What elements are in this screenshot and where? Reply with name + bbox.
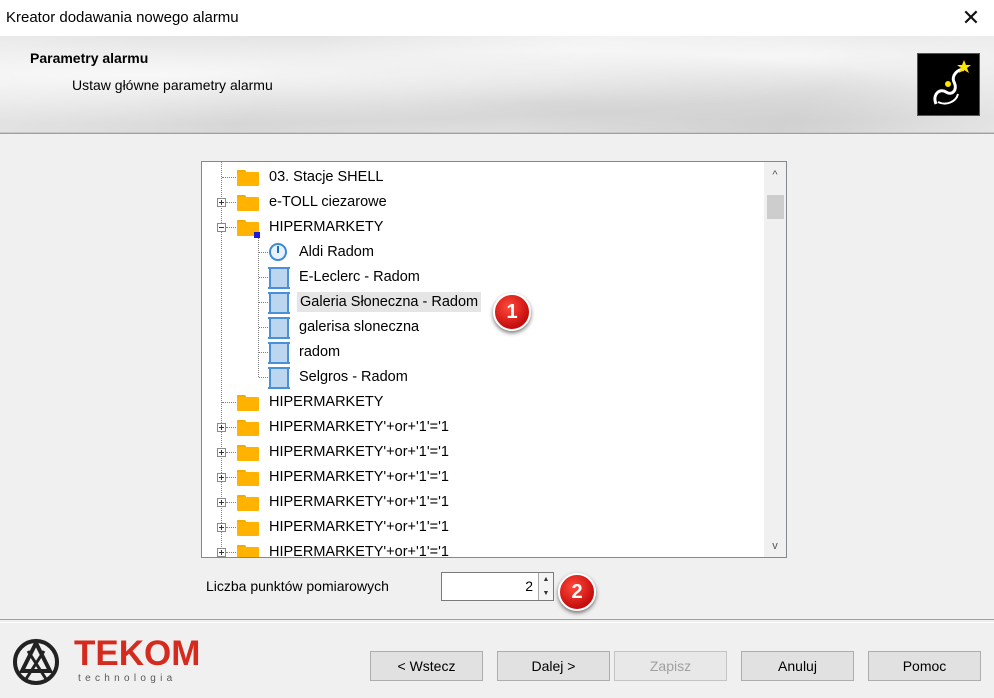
expand-plus-icon[interactable] [217, 198, 226, 207]
save-button[interactable]: Zapisz [614, 651, 727, 681]
expand-plus-icon[interactable] [217, 523, 226, 532]
measurement-point-icon [268, 317, 290, 339]
measurement-point-icon [268, 292, 290, 314]
tree-item-folder[interactable]: HIPERMARKETY'+or+'1'='1 [202, 440, 762, 465]
scroll-up-icon[interactable]: ^ [764, 162, 786, 184]
spin-up-icon[interactable]: ▲ [539, 573, 553, 586]
footer-separator [0, 619, 994, 623]
points-count-stepper[interactable]: 2 ▲ ▼ [441, 572, 554, 601]
annotation-badge-1: 1 [493, 293, 531, 331]
gauge-icon [269, 243, 287, 261]
wizard-icon [917, 53, 980, 116]
folder-icon [237, 470, 259, 486]
back-button[interactable]: < Wstecz [370, 651, 483, 681]
tree-item-label: E-Leclerc - Radom [299, 269, 420, 285]
scrollbar-thumb[interactable] [767, 195, 784, 219]
tree-item-folder[interactable]: HIPERMARKETY [202, 390, 762, 415]
points-count-value[interactable]: 2 [525, 578, 533, 594]
measurement-point-icon [268, 342, 290, 364]
tree-item-label: Galeria Słoneczna - Radom [297, 292, 482, 312]
tree-item-label: HIPERMARKETY [269, 394, 384, 410]
folder-icon [237, 520, 259, 536]
next-button[interactable]: Dalej > [497, 651, 610, 681]
spin-down-icon[interactable]: ▼ [539, 587, 553, 600]
tree-item-label: galerisa sloneczna [299, 319, 420, 335]
tree-item-point[interactable]: E-Leclerc - Radom [202, 265, 762, 290]
folder-icon [237, 545, 259, 557]
cancel-button[interactable]: Anuluj [741, 651, 854, 681]
window-title: Kreator dodawania nowego alarmu [6, 9, 239, 26]
tree-item-folder[interactable]: 03. Stacje SHELL [202, 165, 762, 190]
tree-item-label: HIPERMARKETY'+or+'1'='1 [269, 494, 449, 510]
tree-item-folder[interactable]: HIPERMARKETY'+or+'1'='1 [202, 465, 762, 490]
tree-item-label: HIPERMARKETY [269, 219, 384, 235]
points-count-label: Liczba punktów pomiarowych [206, 578, 389, 594]
header-separator [0, 133, 994, 134]
tree-item-point[interactable]: galerisa sloneczna [202, 315, 762, 340]
tree-item-folder[interactable]: HIPERMARKETY'+or+'1'='1 [202, 515, 762, 540]
brand-tagline: technologia [78, 673, 177, 684]
tree-item-label: HIPERMARKETY'+or+'1'='1 [269, 469, 449, 485]
expand-plus-icon[interactable] [217, 423, 226, 432]
tree-item-label: HIPERMARKETY'+or+'1'='1 [269, 519, 449, 535]
collapse-minus-icon[interactable] [217, 223, 226, 232]
tree-item-point[interactable]: radom [202, 340, 762, 365]
annotation-badge-2: 2 [558, 573, 596, 611]
close-icon[interactable]: ✕ [948, 0, 994, 36]
expand-plus-icon[interactable] [217, 448, 226, 457]
vertical-scrollbar[interactable]: ^ v [764, 162, 786, 557]
help-button[interactable]: Pomoc [868, 651, 981, 681]
spin-buttons[interactable]: ▲ ▼ [538, 573, 553, 600]
tree-item-folder[interactable]: HIPERMARKETY [202, 215, 762, 240]
tree-item-label: Selgros - Radom [299, 369, 408, 385]
tree-item-point[interactable]: Selgros - Radom [202, 365, 762, 390]
tree-item-label: 03. Stacje SHELL [269, 169, 384, 185]
expand-plus-icon[interactable] [217, 498, 226, 507]
tekom-logo-icon [6, 637, 66, 687]
folder-icon [237, 420, 259, 436]
page-title: Parametry alarmu [30, 50, 149, 66]
tree-item-point-selected[interactable]: Galeria Słoneczna - Radom [202, 290, 762, 315]
tree-item-label: HIPERMARKETY'+or+'1'='1 [269, 544, 449, 558]
tree-item-folder[interactable]: HIPERMARKETY'+or+'1'='1 [202, 540, 762, 558]
tree-item-label: e-TOLL ciezarowe [269, 194, 387, 210]
measurement-point-icon [268, 367, 290, 389]
tree-item-label: Aldi Radom [299, 244, 374, 260]
scroll-down-icon[interactable]: v [764, 535, 786, 557]
brand-name: TEKOM [74, 634, 201, 673]
tree-item-label: HIPERMARKETY'+or+'1'='1 [269, 444, 449, 460]
tree-item-point[interactable]: Aldi Radom [202, 240, 762, 265]
folder-icon [237, 195, 259, 211]
wizard-header: Parametry alarmu Ustaw główne parametry … [0, 36, 994, 133]
folder-icon [237, 495, 259, 511]
expand-plus-icon[interactable] [217, 473, 226, 482]
tree-item-folder[interactable]: HIPERMARKETY'+or+'1'='1 [202, 490, 762, 515]
folder-icon [237, 395, 259, 411]
tree-item-folder[interactable]: HIPERMARKETY'+or+'1'='1 [202, 415, 762, 440]
alarm-tree[interactable]: 03. Stacje SHELL e-TOLL ciezarowe HIPERM… [201, 161, 787, 558]
title-bar: Kreator dodawania nowego alarmu ✕ [0, 0, 994, 36]
status-marker-icon [254, 232, 260, 238]
folder-icon [237, 445, 259, 461]
folder-icon [237, 170, 259, 186]
page-subtitle: Ustaw główne parametry alarmu [72, 77, 273, 93]
tree-item-folder[interactable]: e-TOLL ciezarowe [202, 190, 762, 215]
expand-plus-icon[interactable] [217, 548, 226, 557]
tree-item-label: radom [299, 344, 341, 360]
measurement-point-icon [268, 267, 290, 289]
tree-item-label: HIPERMARKETY'+or+'1'='1 [269, 419, 449, 435]
